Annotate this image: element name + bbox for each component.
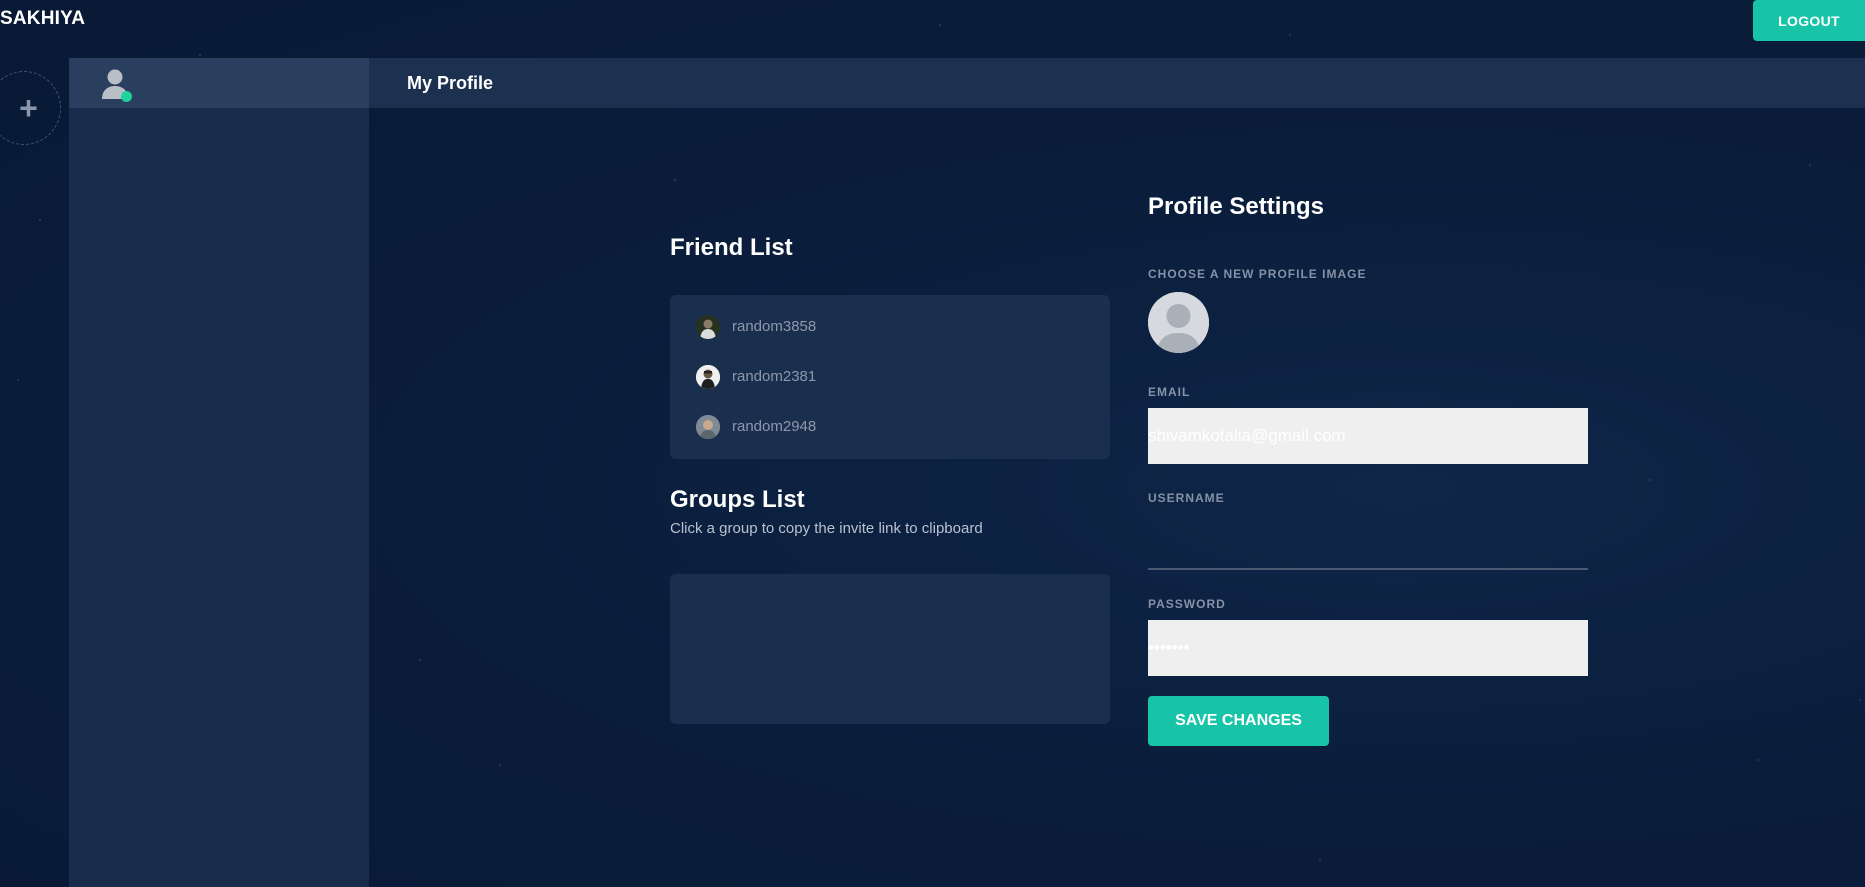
friend-avatar bbox=[696, 315, 720, 339]
friend-avatar bbox=[696, 365, 720, 389]
friend-name: random3858 bbox=[732, 318, 817, 335]
logout-button[interactable]: LOGOUT bbox=[1753, 0, 1865, 41]
friend-list: random3858 random2381 random2948 bbox=[670, 295, 1110, 459]
save-changes-button[interactable]: SAVE CHANGES bbox=[1148, 696, 1329, 746]
username-label: USERNAME bbox=[1148, 491, 1225, 505]
profile-image-picker[interactable] bbox=[1148, 292, 1209, 353]
sidebar bbox=[69, 58, 369, 887]
friend-name: random2381 bbox=[732, 368, 817, 385]
main-header: My Profile bbox=[369, 58, 1865, 108]
page-title: My Profile bbox=[407, 73, 494, 93]
email-field[interactable] bbox=[1148, 408, 1588, 464]
add-group-button[interactable]: + bbox=[0, 71, 61, 145]
profile-image-label: CHOOSE A NEW PROFILE IMAGE bbox=[1148, 267, 1367, 281]
groups-list bbox=[670, 574, 1110, 724]
username-field[interactable] bbox=[1148, 514, 1588, 570]
sidebar-header bbox=[69, 58, 369, 108]
password-field[interactable] bbox=[1148, 620, 1588, 676]
friend-avatar bbox=[696, 415, 720, 439]
plus-icon: + bbox=[19, 90, 38, 126]
email-label: EMAIL bbox=[1148, 385, 1191, 399]
profile-settings-title: Profile Settings bbox=[1148, 193, 1325, 220]
friend-list-item[interactable]: random2381 bbox=[670, 365, 1110, 415]
online-status-dot bbox=[121, 91, 132, 102]
friend-list-item[interactable]: random2948 bbox=[670, 415, 1110, 465]
groups-list-title: Groups List bbox=[670, 486, 805, 513]
friend-list-title: Friend List bbox=[670, 234, 793, 261]
password-label: PASSWORD bbox=[1148, 597, 1226, 611]
friend-list-item[interactable]: random3858 bbox=[670, 315, 1110, 365]
app-brand: SAKHIYA bbox=[0, 8, 86, 29]
avatar-placeholder-icon bbox=[1148, 292, 1209, 353]
groups-list-subtitle: Click a group to copy the invite link to… bbox=[670, 520, 983, 537]
friend-name: random2948 bbox=[732, 418, 817, 435]
